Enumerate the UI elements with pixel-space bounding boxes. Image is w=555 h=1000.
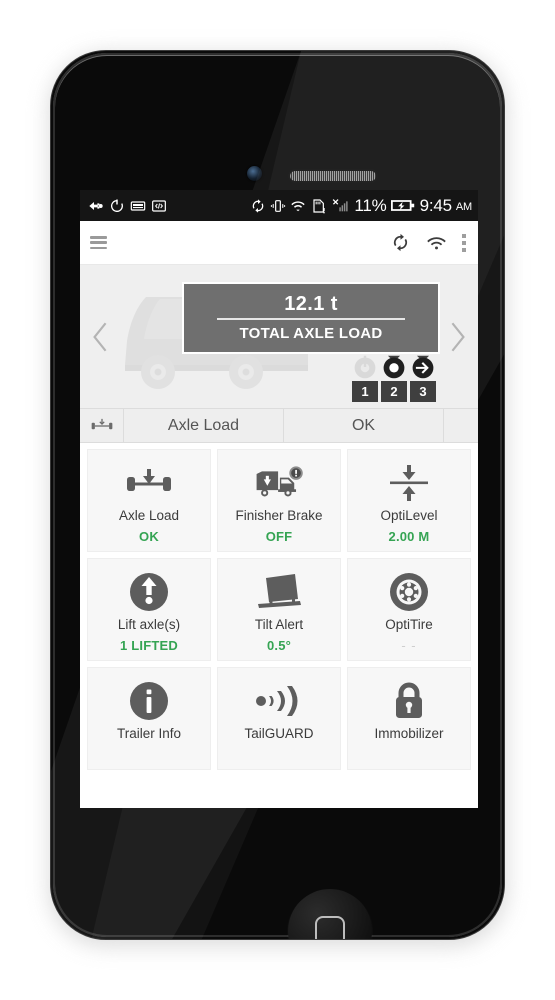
tile-label: Trailer Info — [116, 726, 182, 741]
tile-icon-wrap — [391, 679, 427, 723]
tile-icon-wrap — [388, 461, 430, 505]
status-bar-right-icons: 11% 9:45 AM — [250, 197, 472, 214]
immobilizer-icon — [396, 682, 422, 718]
sd-card-warning-icon — [313, 198, 326, 213]
carousel-prev-button[interactable] — [90, 319, 112, 355]
tile-finisher-brake[interactable]: Finisher Brake OFF — [217, 449, 341, 552]
sync-icon — [253, 198, 264, 213]
axle-load-icon — [127, 469, 171, 491]
tile-icon-wrap — [128, 679, 170, 723]
vehicle-hero-carousel: 12.1 t TOTAL AXLE LOAD 1 2 3 — [80, 265, 478, 408]
total-axle-load-card[interactable]: 12.1 t TOTAL AXLE LOAD — [184, 284, 438, 352]
overflow-menu-icon[interactable] — [462, 233, 466, 252]
sync-refresh-icon[interactable] — [390, 232, 411, 253]
tile-value: OFF — [265, 528, 293, 544]
tile-label: Immobilizer — [374, 726, 444, 741]
vibrate-icon — [271, 199, 286, 212]
clock-meridiem-label: AM — [455, 201, 472, 213]
tile-lift-axles[interactable]: Lift axle(s) 1 LIFTED — [87, 558, 211, 661]
axle-indicator-3[interactable]: 3 — [410, 354, 436, 402]
no-signal-icon — [333, 198, 349, 211]
hamburger-menu-icon[interactable] — [90, 236, 107, 249]
axle-number-2: 2 — [381, 381, 407, 402]
tile-value: 1 LIFTED — [120, 637, 178, 653]
feature-tile-grid: Axle Load OK Finisher Brake OFF OptiLeve… — [80, 443, 478, 770]
tile-icon-wrap — [126, 461, 172, 505]
axle-number-1: 1 — [352, 381, 378, 402]
tile-icon-wrap — [388, 570, 430, 614]
front-camera-icon — [247, 166, 262, 181]
wifi-icon[interactable] — [426, 232, 447, 253]
tile-label: OptiTire — [385, 617, 433, 632]
usb-debug-icon — [89, 201, 103, 210]
tile-optilevel[interactable]: OptiLevel 2.00 M — [347, 449, 471, 552]
tile-label: TailGUARD — [244, 726, 314, 741]
tile-label: Lift axle(s) — [117, 617, 181, 632]
axle-wheel-icon — [383, 355, 405, 379]
carousel-next-button[interactable] — [446, 319, 468, 355]
lift-axle-icon — [130, 573, 168, 611]
axle-number-3: 3 — [410, 381, 436, 402]
summary-state-label: OK — [284, 409, 444, 442]
tile-icon-wrap — [254, 570, 304, 614]
axle-load-icon — [91, 418, 112, 429]
total-axle-load-value: 12.1 t — [284, 293, 338, 316]
earpiece-speaker-icon — [290, 171, 376, 181]
keyboard-icon — [130, 200, 146, 211]
clock-time-label: 9:45 — [419, 196, 452, 215]
tile-label: Finisher Brake — [235, 508, 323, 523]
tailguard-icon — [256, 686, 298, 716]
axle-indicator-group: 1 2 3 — [352, 354, 436, 402]
tile-axle-load[interactable]: Axle Load OK — [87, 449, 211, 552]
tile-tilt-alert[interactable]: Tilt Alert 0.5° — [217, 558, 341, 661]
phone-screen: 11% 9:45 AM 12.1 t TOTAL AXLE LOAD 1 2 3… — [80, 190, 478, 808]
developer-code-icon — [152, 199, 166, 212]
tile-label: OptiLevel — [380, 508, 438, 523]
wifi-transfer-icon — [291, 200, 306, 211]
tile-value: OK — [139, 528, 159, 544]
tile-tailguard[interactable]: TailGUARD — [217, 667, 341, 770]
tilt-alert-icon — [258, 574, 301, 608]
tile-value: 2.00 M — [388, 528, 430, 544]
tile-optitire[interactable]: OptiTire - - — [347, 558, 471, 661]
tile-icon-wrap — [128, 570, 170, 614]
summary-end-cell — [444, 409, 478, 442]
home-button[interactable] — [288, 889, 372, 939]
axle-lifted-icon — [354, 355, 376, 379]
axle-steer-arrow-icon — [412, 355, 434, 379]
sync-power-icon — [110, 198, 123, 212]
axle-indicator-1[interactable]: 1 — [352, 354, 378, 402]
status-bar-left-icons — [88, 198, 167, 214]
tile-icon-wrap — [253, 679, 305, 723]
tile-immobilizer[interactable]: Immobilizer — [347, 667, 471, 770]
android-status-bar: 11% 9:45 AM — [80, 190, 478, 221]
summary-name-label: Axle Load — [124, 409, 284, 442]
optitire-icon — [390, 573, 428, 611]
axle-indicator-2[interactable]: 2 — [381, 354, 407, 402]
optilevel-icon — [390, 465, 428, 501]
finisher-brake-icon — [256, 466, 303, 497]
summary-status-strip[interactable]: Axle Load OK — [80, 408, 478, 443]
tile-label: Tilt Alert — [254, 617, 304, 632]
summary-icon-cell — [80, 409, 124, 442]
trailer-info-icon — [130, 682, 168, 720]
app-bar — [80, 221, 478, 265]
tile-trailer-info[interactable]: Trailer Info — [87, 667, 211, 770]
battery-charging-icon — [390, 200, 414, 211]
tile-icon-wrap — [253, 461, 305, 505]
tile-value: - - — [401, 637, 417, 653]
screenshot-stage: 11% 9:45 AM 12.1 t TOTAL AXLE LOAD 1 2 3… — [0, 0, 555, 1000]
total-axle-load-label: TOTAL AXLE LOAD — [239, 324, 383, 342]
home-button-square-icon — [315, 916, 345, 939]
battery-percent-label: 11% — [354, 196, 387, 215]
app-bar-actions — [390, 232, 466, 253]
tile-label: Axle Load — [118, 508, 180, 523]
tile-value: 0.5° — [266, 637, 292, 653]
